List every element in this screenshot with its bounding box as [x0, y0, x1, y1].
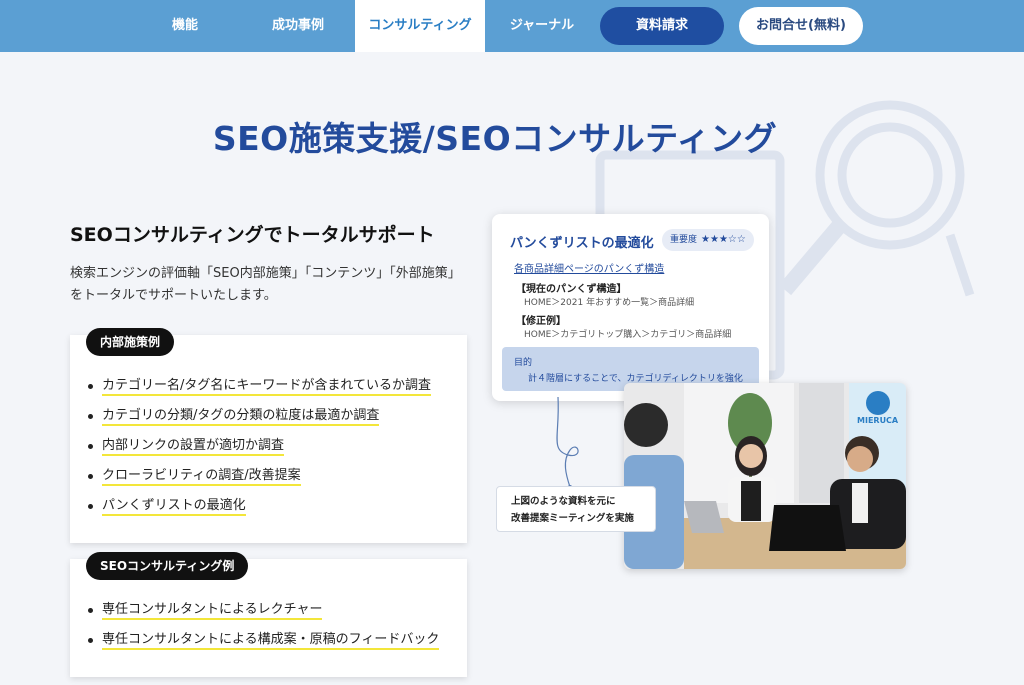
nav-item-features[interactable]: 機能 — [150, 0, 220, 52]
fix-example-text: HOME＞カテゴリトップ購入＞カテゴリ＞商品詳細 — [524, 330, 732, 340]
current-structure-text: HOME＞2021 年おすすめ一覧＞商品詳細 — [524, 298, 695, 308]
star-rating-icon: ★★★☆☆ — [701, 234, 746, 245]
meeting-photo: MIERUCA — [624, 383, 906, 569]
nav-item-consulting[interactable]: コンサルティング — [355, 0, 485, 52]
top-nav: 機能 成功事例 コンサルティング ジャーナル 資料請求 お問合せ(無料) — [0, 0, 1024, 52]
list-item: 専任コンサルタントによるレクチャー — [86, 597, 439, 627]
fix-example-heading: 【修正例】 — [516, 316, 566, 327]
banner-text: MIERUCA — [857, 416, 899, 425]
internal-measures-list: カテゴリー名/タグ名にキーワードが含まれているか調査 カテゴリの分類/タグの分類… — [86, 373, 431, 523]
list-item: カテゴリー名/タグ名にキーワードが含まれているか調査 — [86, 373, 431, 403]
page-title: SEO施策支援/SEOコンサルティング — [212, 119, 778, 158]
connector-line-icon — [556, 396, 579, 489]
caption-line-2: 改善提案ミーティングを実施 — [511, 513, 634, 524]
contact-button[interactable]: お問合せ(無料) — [739, 7, 863, 45]
list-item: クローラビリティの調査/改善提案 — [86, 463, 431, 493]
photo-caption: 上図のような資料を元に 改善提案ミーティングを実施 — [496, 486, 656, 532]
internal-measures-card: 内部施策例 カテゴリー名/タグ名にキーワードが含まれているか調査 カテゴリの分類… — [70, 328, 467, 543]
request-docs-button[interactable]: 資料請求 — [600, 7, 724, 45]
importance-label: 重要度 — [670, 235, 698, 245]
sample-report-card: パンくずリストの最適化 重要度 ★★★☆☆ 各商品詳細ページのパンくず構造 【現在… — [492, 214, 769, 401]
list-item: 専任コンサルタントによる構成案・原稿のフィードバック — [86, 627, 440, 657]
goal-label: 目的 — [514, 358, 533, 368]
caption-line-1: 上図のような資料を元に — [511, 496, 616, 507]
nav-item-case-studies[interactable]: 成功事例 — [258, 0, 338, 52]
current-structure-heading: 【現在のパンくず構造】 — [516, 284, 627, 295]
meeting-scene-icon: MIERUCA — [624, 383, 906, 569]
section-heading: SEOコンサルティングでトータルサポート — [70, 224, 435, 246]
list-item: 内部リンクの設置が適切か調査 — [86, 433, 431, 463]
section-lead: 検索エンジンの評価軸「SEO内部施策」「コンテンツ」「外部施策」 をトータルでサ… — [70, 266, 461, 303]
report-title: パンくずリストの最適化 — [510, 236, 654, 251]
consulting-examples-card: SEOコンサルティング例 専任コンサルタントによるレクチャー 専任コンサルタント… — [70, 552, 467, 677]
list-item: カテゴリの分類/タグの分類の粒度は最適か調査 — [86, 403, 431, 433]
consulting-examples-label: SEOコンサルティング例 — [86, 552, 249, 580]
report-link: 各商品詳細ページのパンくず構造 — [514, 264, 665, 275]
internal-measures-label: 内部施策例 — [86, 328, 175, 356]
list-item: パンくずリストの最適化 — [86, 493, 431, 523]
consulting-examples-list: 専任コンサルタントによるレクチャー 専任コンサルタントによる構成案・原稿のフィー… — [86, 597, 440, 657]
nav-item-journal[interactable]: ジャーナル — [500, 0, 584, 52]
importance-badge: 重要度 ★★★☆☆ — [662, 229, 754, 251]
